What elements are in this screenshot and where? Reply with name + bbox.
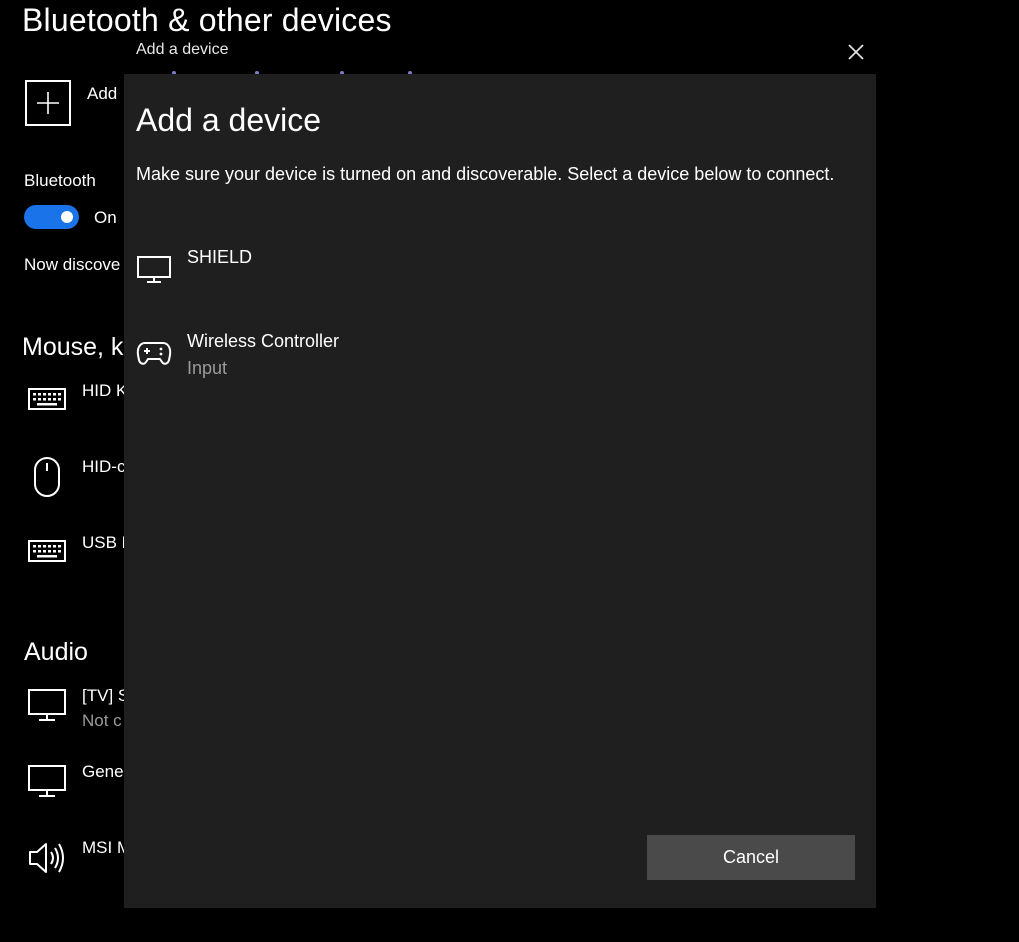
found-device-name: Wireless Controller [187,331,340,351]
add-device-dialog: Add a device Make sure your device is tu… [124,74,876,908]
device-name: [TV] S [82,686,130,705]
device-status: Not c [82,711,122,730]
monitor-icon [28,689,66,721]
plus-icon [37,92,59,114]
keyboard-icon [28,388,66,410]
discoverable-status: Now discove [24,255,121,274]
add-device-label[interactable]: Add [87,84,117,104]
mouse-icon [34,457,60,497]
found-device-type: Input [187,358,228,378]
found-device-wireless-controller[interactable]: Wireless Controller Input [124,331,876,395]
add-device-button[interactable] [25,80,71,126]
monitor-icon [137,256,171,283]
found-device-name: SHIELD [187,247,253,267]
dialog-heading: Add a device [136,102,322,138]
settings-page: Bluetooth & other devices Add Bluetooth … [0,0,1019,942]
device-name: HID-c [82,457,126,476]
monitor-icon [28,765,66,797]
gamepad-icon [136,342,172,365]
found-device-shield[interactable]: SHIELD [124,247,876,311]
section-heading-mouse-keyboard: Mouse, ke [22,333,138,361]
bluetooth-toggle-state: On [94,208,117,227]
keyboard-icon [28,540,66,562]
bluetooth-toggle[interactable] [24,205,79,229]
close-button[interactable] [842,38,870,66]
speaker-icon [29,843,64,873]
device-name: HID K [82,381,128,400]
dialog-instructions: Make sure your device is turned on and d… [136,164,835,184]
section-heading-audio: Audio [24,638,88,666]
cancel-button[interactable]: Cancel [647,835,855,880]
device-name: Gener [82,762,130,781]
close-icon [848,44,864,60]
dialog-title-bar: Add a device [124,34,876,75]
toggle-knob [61,211,73,223]
bluetooth-label: Bluetooth [24,171,96,190]
dialog-window-title: Add a device [136,41,229,58]
